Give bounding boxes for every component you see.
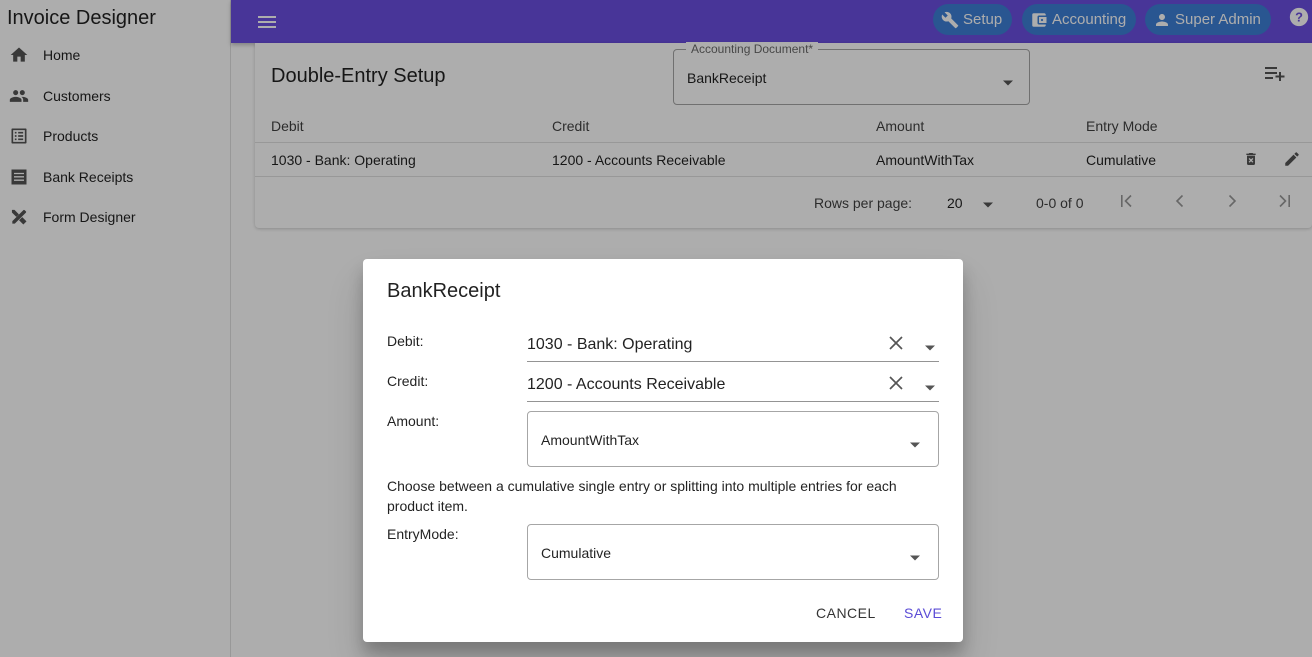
- entry-mode-value: Cumulative: [541, 545, 612, 561]
- credit-autocomplete[interactable]: 1200 - Accounts Receivable: [527, 370, 939, 402]
- entry-mode-label: EntryMode:: [387, 526, 459, 542]
- chevron-down-icon: [910, 435, 920, 453]
- clear-icon[interactable]: [889, 336, 903, 355]
- edit-entry-dialog: BankReceipt Debit: 1030 - Bank: Operatin…: [363, 259, 963, 642]
- save-button[interactable]: SAVE: [904, 605, 942, 621]
- chevron-down-icon[interactable]: [925, 338, 935, 356]
- chevron-down-icon[interactable]: [925, 378, 935, 396]
- credit-label: Credit:: [387, 373, 429, 389]
- credit-value[interactable]: 1200 - Accounts Receivable: [527, 376, 725, 394]
- entry-mode-select[interactable]: Cumulative: [527, 524, 939, 580]
- clear-icon[interactable]: [889, 376, 903, 395]
- debit-value[interactable]: 1030 - Bank: Operating: [527, 336, 692, 354]
- debit-label: Debit:: [387, 333, 424, 349]
- amount-label: Amount:: [387, 413, 440, 429]
- amount-select[interactable]: AmountWithTax: [527, 411, 939, 467]
- debit-autocomplete[interactable]: 1030 - Bank: Operating: [527, 330, 939, 362]
- amount-value: AmountWithTax: [541, 432, 640, 448]
- cancel-button[interactable]: CANCEL: [816, 605, 876, 621]
- dialog-title: BankReceipt: [387, 280, 501, 302]
- chevron-down-icon: [910, 548, 920, 566]
- entry-mode-help-text: Choose between a cumulative single entry…: [387, 478, 897, 514]
